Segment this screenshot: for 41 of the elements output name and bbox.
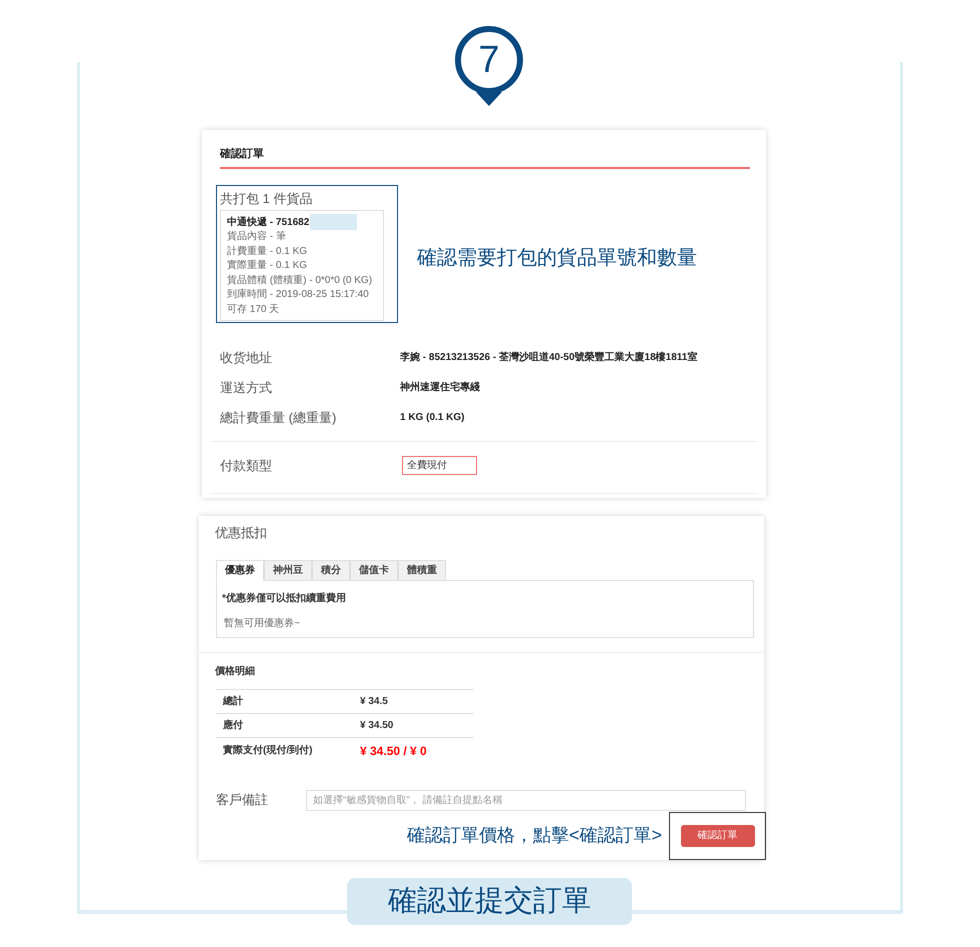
- tab[interactable]: 體積重: [398, 560, 446, 580]
- price-value: ¥ 34.50 / ¥ 0: [360, 742, 427, 760]
- package-detail: 實際重量 - 0.1 KG: [227, 259, 308, 273]
- tab[interactable]: 儲值卡: [350, 560, 398, 580]
- payment-select[interactable]: 全費現付: [402, 456, 477, 475]
- tab[interactable]: 優惠券: [216, 560, 264, 580]
- field-label: 收货地址: [220, 348, 273, 367]
- field-label: 付款類型: [220, 456, 273, 474]
- package-detail: 貨品體積 (體積重) - 0*0*0 (0 KG): [227, 274, 374, 288]
- confirm-order-button[interactable]: 確認訂單: [680, 824, 754, 846]
- price-label: 應付: [223, 718, 244, 732]
- price-label: 實際支付(現付/到付): [223, 744, 314, 758]
- package-summary: 共打包 1 件貨品: [220, 190, 314, 208]
- pointer-icon: [476, 92, 502, 106]
- price-label: 總計: [223, 694, 244, 708]
- section-title: 價格明細: [215, 664, 256, 678]
- package-detail: 可存 170 天: [227, 302, 280, 316]
- package-detail: 計費重量 - 0.1 KG: [227, 244, 308, 258]
- remark-field[interactable]: 如選擇“敏感貨物自取”， 請備註自提點名稱: [306, 790, 746, 810]
- field-label: 運送方式: [220, 378, 273, 397]
- annotation-text: 確認需要打包的貨品單號和數量: [417, 246, 697, 270]
- tracking-number: 中通快遞 - 751682: [227, 216, 310, 230]
- caption-label: 確認並提交訂單: [347, 878, 632, 925]
- redaction-block: [310, 214, 358, 230]
- tab[interactable]: 積分: [312, 560, 350, 580]
- price-value: ¥ 34.5: [360, 694, 388, 708]
- annotation-text: 確認訂單價格，點擊<確認訂單>: [406, 824, 662, 847]
- section-title: 確認訂單: [220, 146, 265, 162]
- field-value: 1 KG (0.1 KG): [400, 411, 464, 425]
- field-label: 總計費重量 (總重量): [220, 408, 338, 427]
- tab[interactable]: 神州豆: [264, 560, 312, 580]
- field-value: 李婉 - 85213213526 - 荃灣沙咀道40-50號榮豐工業大廈18樓1811室: [400, 350, 698, 365]
- step-badge: 7: [455, 26, 523, 94]
- package-detail: 到庫時間 - 2019-08-25 15:17:40: [227, 288, 370, 302]
- field-value: 神州速運住宅專綫: [400, 380, 480, 395]
- price-value: ¥ 34.50: [360, 718, 394, 732]
- package-detail: 貨品內容 - 筆: [227, 230, 287, 244]
- coupon-note: *优惠券僅可以抵扣續重費用: [222, 592, 347, 606]
- field-label: 客戶備註: [216, 791, 269, 810]
- section-title: 优惠抵扣: [215, 524, 268, 542]
- empty-message: 暫無可用優惠券~: [224, 616, 301, 630]
